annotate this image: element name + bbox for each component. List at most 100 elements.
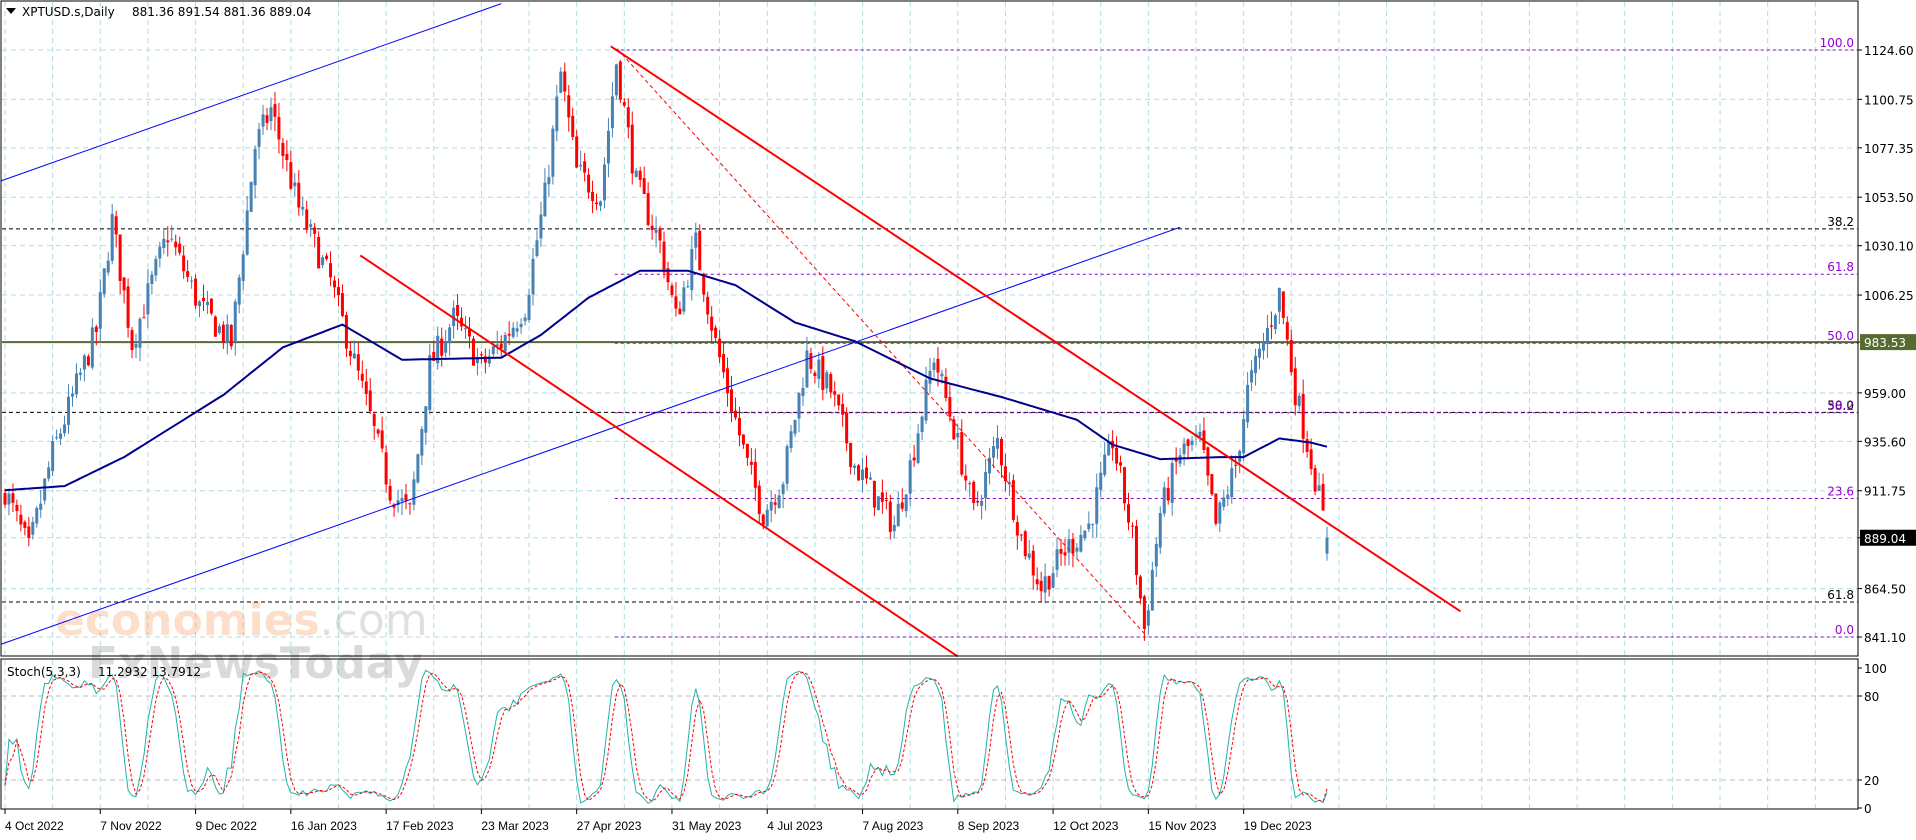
price-tick-label: 1006.25	[1864, 289, 1914, 303]
candle-up	[614, 64, 618, 96]
candle-up	[245, 210, 249, 255]
candle-down	[1059, 549, 1063, 554]
candle-down	[1123, 467, 1127, 504]
candle-down	[122, 277, 126, 291]
candle-down	[221, 324, 225, 343]
candle-down	[202, 297, 205, 302]
candle-down	[864, 467, 868, 479]
stoch-label: Stoch(5,3,3)	[7, 665, 81, 679]
date-tick-label: 4 Oct 2022	[5, 819, 64, 833]
candle-up	[785, 446, 789, 484]
candle-up	[559, 71, 563, 93]
candle-down	[849, 442, 853, 468]
candle-down	[388, 485, 392, 501]
candle-up	[511, 327, 515, 337]
candle-down	[1115, 447, 1119, 464]
candle-down	[626, 107, 630, 128]
candle-up	[765, 509, 769, 527]
candle-up	[162, 238, 166, 248]
candle-down	[325, 255, 329, 260]
candle-down	[1174, 459, 1178, 462]
candle-down	[591, 191, 595, 202]
candle-down	[313, 227, 317, 234]
candle-down	[646, 193, 650, 225]
candle-down	[118, 234, 122, 281]
candle-down	[741, 434, 745, 445]
candle-up	[694, 232, 698, 248]
candle-up	[217, 326, 221, 334]
candle-down	[182, 255, 186, 272]
candle-down	[722, 353, 726, 373]
candle-up	[70, 393, 74, 397]
candle-up	[1051, 573, 1055, 588]
candle-down	[563, 71, 567, 92]
date-tick-label: 19 Dec 2023	[1244, 819, 1312, 833]
candle-down	[94, 326, 98, 333]
candle-down	[408, 503, 412, 505]
candle-up	[610, 96, 614, 129]
candle-up	[416, 454, 420, 483]
candle-up	[412, 479, 416, 505]
candle-up	[686, 286, 690, 288]
date-tick-label: 8 Sep 2023	[958, 819, 1020, 833]
fib-black-label: 38.2	[1827, 215, 1854, 229]
candle-down	[281, 142, 285, 156]
candle-up	[106, 260, 110, 273]
candle-up	[916, 433, 920, 463]
price-tick-label: 1053.50	[1864, 191, 1914, 205]
candle-down	[960, 432, 964, 475]
candle-down	[678, 308, 682, 315]
candle-up	[1162, 487, 1166, 514]
candle-down	[650, 225, 654, 230]
date-tick-label: 17 Feb 2023	[386, 819, 454, 833]
candle-up	[1297, 395, 1301, 407]
date-tick-label: 23 Mar 2023	[481, 819, 549, 833]
candle-up	[1273, 315, 1277, 330]
candle-up	[602, 164, 606, 201]
candle-down	[1035, 579, 1039, 585]
candle-up	[261, 114, 265, 127]
candle-down	[1269, 325, 1273, 327]
candle-up	[1027, 553, 1031, 558]
candle-down	[1293, 368, 1297, 406]
candle-up	[801, 387, 805, 397]
candle-up	[1099, 472, 1103, 490]
price-tick-label: 959.00	[1864, 387, 1906, 401]
candle-up	[543, 182, 547, 217]
candle-up	[519, 323, 523, 328]
candle-down	[1039, 580, 1043, 592]
candle-down	[757, 485, 761, 514]
candle-down	[1003, 466, 1007, 482]
candle-down	[618, 61, 622, 100]
candle-up	[503, 334, 507, 352]
candle-down	[130, 330, 134, 350]
candle-up	[789, 431, 793, 449]
candle-up	[424, 406, 428, 433]
candle-up	[301, 206, 305, 210]
candle-down	[948, 397, 952, 417]
candle-up	[102, 268, 106, 295]
candle-up	[1258, 348, 1262, 358]
candle-down	[662, 241, 666, 273]
candle-down	[976, 501, 980, 503]
stoch-tick-label: 80	[1864, 690, 1879, 704]
candle-down	[1281, 291, 1285, 318]
candle-down	[1142, 596, 1146, 629]
candle-down	[630, 124, 634, 174]
candle-down	[999, 438, 1003, 466]
candle-up	[428, 355, 432, 411]
price-chart[interactable]: economies.com FxNewsToday 38.250.061.810…	[0, 0, 1916, 840]
candle-up	[523, 317, 527, 322]
candle-down	[440, 338, 444, 356]
candle-down	[622, 102, 626, 106]
candle-up	[7, 493, 11, 505]
candle-down	[773, 502, 777, 505]
candle-up	[43, 478, 47, 501]
candle-down	[761, 514, 765, 525]
candle-up	[420, 429, 424, 456]
candle-up	[90, 327, 94, 368]
candle-up	[539, 214, 543, 239]
candle-down	[333, 280, 337, 288]
candle-down	[670, 285, 674, 296]
candle-up	[55, 437, 59, 439]
